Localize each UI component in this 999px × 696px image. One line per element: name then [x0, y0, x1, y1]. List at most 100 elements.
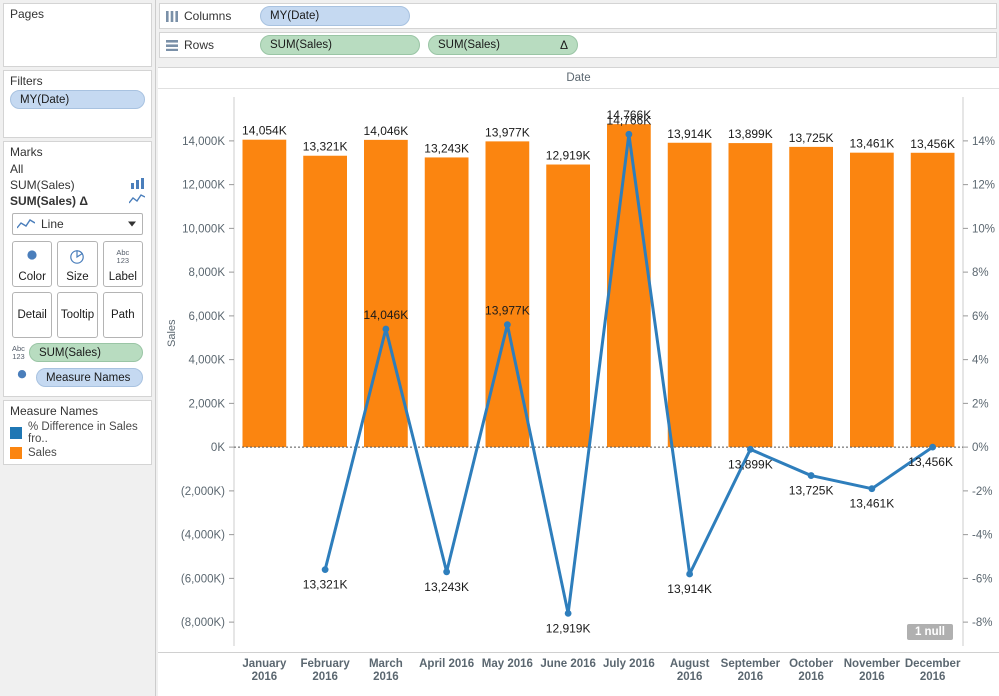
chart-svg[interactable]: 14,000K 12,000K 10,000K 8,000K 6,000K 4,000K 2…	[158, 89, 999, 652]
line-chart-icon	[128, 194, 146, 208]
bar-value-label: 13,461K	[850, 137, 895, 151]
marks-row-sum-sales-line[interactable]: SUM(Sales) Δ	[4, 193, 151, 209]
x-axis-tick-label: May 2016	[481, 658, 533, 670]
line-point-mark[interactable]	[443, 568, 451, 576]
tableau-worksheet: Pages Filters MY(Date) Marks All SUM(Sal…	[0, 0, 999, 696]
x-axis-tick-label: November 2016	[843, 658, 900, 683]
label-button-label: Label	[108, 271, 137, 283]
marks-row-all[interactable]: All	[4, 161, 151, 177]
line-point-mark[interactable]	[321, 566, 329, 574]
line-point-mark[interactable]	[746, 445, 754, 453]
bar-mark[interactable]	[364, 139, 408, 448]
path-button[interactable]: Path	[102, 292, 143, 338]
x-axis-tick-label: October 2016	[789, 658, 834, 683]
bar-value-label: 13,321K	[303, 140, 348, 154]
size-icon	[58, 242, 96, 271]
marks-row-sum-sales-bar[interactable]: SUM(Sales)	[4, 177, 151, 193]
size-button[interactable]: Size	[57, 241, 98, 287]
color-icon	[12, 367, 32, 388]
y-axis-tick-label: (8,000K)	[181, 617, 225, 629]
bar-value-label: 13,899K	[728, 127, 773, 141]
line-point-mark[interactable]	[564, 609, 572, 617]
columns-shelf-label: Columns	[184, 9, 232, 23]
shelf-pill-sum-sales-2-label: SUM(Sales)	[438, 39, 500, 51]
y2-axis-tick-label: -4%	[972, 530, 992, 542]
bar-value-label: 14,054K	[242, 124, 287, 138]
y2-axis-tick-label: -6%	[972, 573, 992, 585]
bar-value-label: 12,919K	[546, 149, 591, 163]
x-axis-tick-label: March 2016	[368, 658, 403, 683]
bar-value-label: 13,725K	[789, 131, 834, 145]
color-button[interactable]: Color	[12, 241, 53, 287]
bar-value-label: 13,456K	[910, 137, 955, 151]
chevron-down-icon	[128, 221, 136, 227]
line-point-mark[interactable]	[686, 570, 694, 578]
bar-mark[interactable]	[242, 139, 287, 448]
line-point-mark[interactable]	[503, 321, 511, 329]
line-point-mark[interactable]	[929, 443, 937, 451]
bar-mark[interactable]	[728, 143, 773, 448]
shelf-pill-sum-sales-1[interactable]: SUM(Sales)	[260, 35, 420, 55]
tooltip-button[interactable]: Tooltip	[57, 292, 98, 338]
line-value-label: 13,914K	[667, 582, 712, 596]
y-axis-tick-label: 0K	[211, 442, 225, 454]
shelf-pill-sum-sales-2[interactable]: SUM(Sales) Δ	[428, 35, 578, 55]
legend-title: Measure Names	[10, 404, 99, 418]
label-button[interactable]: Abc 123 Label	[102, 241, 143, 287]
detail-button-label: Detail	[17, 309, 47, 321]
marks-line-text: SUM(Sales)	[10, 194, 77, 208]
path-button-label: Path	[110, 309, 135, 321]
columns-shelf[interactable]: Columns MY(Date)	[159, 3, 997, 29]
rows-shelf[interactable]: Rows SUM(Sales) SUM(Sales) Δ	[159, 32, 997, 58]
bar-mark[interactable]	[546, 164, 590, 448]
delta-icon: Δ	[559, 38, 568, 52]
legend-item-sales[interactable]: Sales	[4, 446, 151, 464]
y2-axis-tick-label: 8%	[972, 267, 989, 279]
bar-mark[interactable]	[303, 155, 347, 448]
null-indicator-badge[interactable]: 1 null	[906, 624, 953, 640]
legend-item-pct-difference[interactable]: % Difference in Sales fro..	[4, 420, 151, 446]
y2-axis-tick-label: 10%	[972, 223, 995, 235]
bar-mark[interactable]	[789, 146, 833, 448]
line-point-mark[interactable]	[625, 130, 633, 138]
x-axis-tick-label: January 2016	[242, 658, 287, 683]
y2-axis-tick-label: 6%	[972, 311, 989, 323]
abc123-icon: Abc 123	[116, 247, 130, 265]
legend-swatch	[10, 447, 22, 459]
bar-mark[interactable]	[667, 142, 712, 448]
size-button-label: Size	[66, 271, 89, 283]
marks-pill-measure-names[interactable]: Measure Names	[36, 368, 143, 387]
bar-mark[interactable]	[910, 152, 955, 448]
legend-item-label: % Difference in Sales fro..	[28, 421, 138, 445]
y-axis-tick-label: (4,000K)	[181, 530, 225, 542]
line-value-label: 13,243K	[424, 580, 469, 594]
x-axis-tick-label: September 2016	[720, 658, 781, 683]
x-axis-tick-label: April 2016	[419, 658, 475, 670]
marks-pill-sum-sales[interactable]: SUM(Sales)	[28, 343, 143, 362]
line-point-mark[interactable]	[807, 472, 815, 479]
mark-type-dropdown[interactable]: Line	[12, 213, 143, 235]
columns-icon	[166, 10, 178, 22]
abc123-icon: Abc 123	[12, 343, 25, 361]
bar-mark[interactable]	[424, 157, 469, 448]
line-point-mark[interactable]	[382, 325, 390, 333]
pages-card-body[interactable]	[4, 23, 151, 29]
detail-button[interactable]: Detail	[12, 292, 53, 338]
y-axis-tick-label: 6,000K	[189, 311, 226, 323]
filter-pill-date[interactable]: MY(Date)	[10, 90, 145, 109]
filters-card-body: MY(Date)	[4, 90, 151, 115]
y-axis-tick-label: 12,000K	[182, 180, 225, 192]
x-axis-tick-label: February 2016	[300, 658, 350, 683]
marks-color-pill-row: Measure Names	[12, 367, 143, 388]
line-point-mark[interactable]	[868, 485, 876, 493]
bar-mark[interactable]	[607, 124, 651, 448]
y2-axis-tick-label: 12%	[972, 180, 995, 192]
x-axis-tick-label: August 2016	[669, 658, 710, 683]
bar-mark[interactable]	[850, 152, 894, 448]
shelf-pill-my-date[interactable]: MY(Date)	[260, 6, 410, 26]
legend-item-label: Sales	[28, 447, 57, 459]
y-axis-tick-label: (6,000K)	[181, 573, 225, 585]
columns-shelf-label-group: Columns	[160, 9, 260, 23]
line-value-label: 14,046K	[364, 308, 409, 322]
shelf-area: Columns MY(Date) Rows SUM(Sales) SUM(Sal…	[157, 0, 999, 66]
